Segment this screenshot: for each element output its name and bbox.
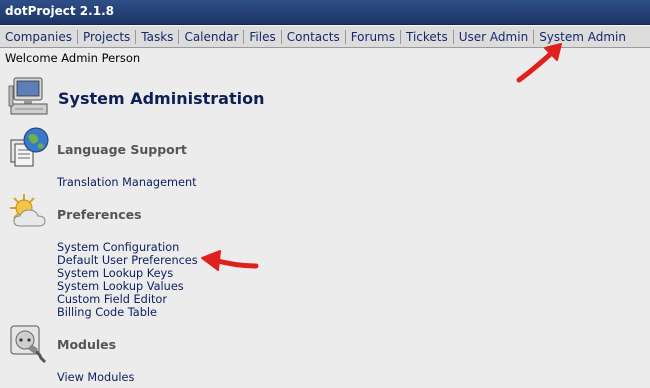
link-billing-code-table[interactable]: Billing Code Table	[57, 306, 157, 319]
section-title-language: Language Support	[57, 142, 187, 157]
link-system-configuration[interactable]: System Configuration	[57, 241, 179, 254]
power-socket-icon	[10, 325, 47, 364]
arrow-annotation-icon	[516, 43, 562, 83]
section-title-preferences: Preferences	[57, 207, 142, 222]
nav-contacts[interactable]: Contacts	[282, 29, 346, 44]
link-default-user-preferences[interactable]: Default User Preferences	[57, 254, 198, 267]
nav-files[interactable]: Files	[244, 29, 282, 44]
nav-projects[interactable]: Projects	[78, 29, 137, 44]
globe-documents-icon	[10, 127, 49, 167]
link-system-lookup-keys[interactable]: System Lookup Keys	[57, 267, 173, 280]
computer-icon	[8, 77, 48, 115]
nav-tasks[interactable]: Tasks	[136, 29, 180, 44]
welcome-message: Welcome Admin Person	[5, 51, 141, 65]
nav-calendar[interactable]: Calendar	[179, 29, 245, 44]
app-title-bar: dotProject 2.1.8	[0, 0, 650, 25]
page-title: System Administration	[58, 89, 265, 108]
link-system-lookup-values[interactable]: System Lookup Values	[57, 280, 184, 293]
nav-tickets[interactable]: Tickets	[401, 29, 454, 44]
sun-cloud-icon	[10, 194, 46, 227]
nav-forums[interactable]: Forums	[346, 29, 401, 44]
nav-companies[interactable]: Companies	[0, 29, 78, 44]
section-title-modules: Modules	[57, 337, 117, 352]
link-custom-field-editor[interactable]: Custom Field Editor	[57, 293, 167, 306]
arrow-annotation-icon	[201, 250, 259, 271]
link-view-modules[interactable]: View Modules	[57, 371, 134, 384]
app-title: dotProject 2.1.8	[5, 4, 114, 18]
link-translation-management[interactable]: Translation Management	[57, 176, 197, 189]
